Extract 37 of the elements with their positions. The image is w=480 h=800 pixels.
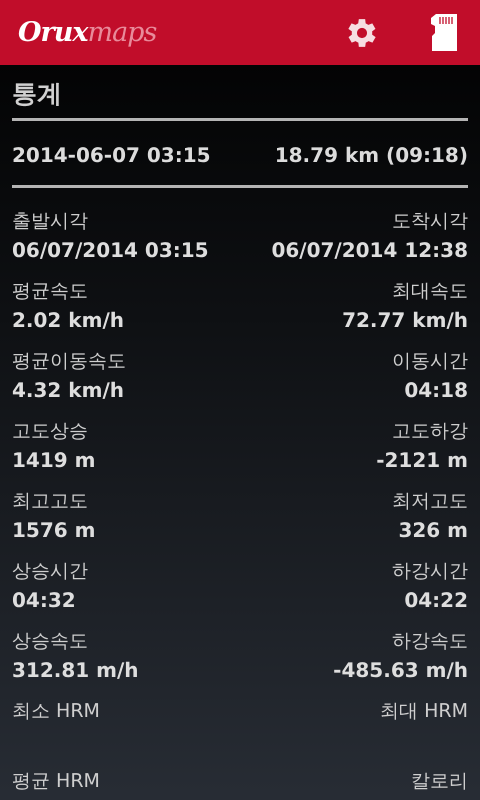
- stat-value: -2121 m: [376, 447, 468, 474]
- stat-label: 최저고도: [392, 489, 468, 514]
- app-logo: Oruxmaps: [18, 17, 156, 48]
- stat-value: 312.81 m/h: [12, 657, 139, 684]
- stat-value: 04:22: [404, 587, 468, 614]
- stat-label: 고도상승: [12, 419, 88, 444]
- stat-label: 최대 HRM: [380, 699, 468, 724]
- stat-label: 하강시간: [392, 559, 468, 584]
- stat-value: 4.32 km/h: [12, 377, 124, 404]
- stat-label: 칼로리: [411, 769, 468, 794]
- stat-value: 04:32: [12, 587, 76, 614]
- stat-label: 고도하강: [392, 419, 468, 444]
- stat-label: 최소 HRM: [12, 699, 100, 724]
- sd-card-icon[interactable]: [431, 14, 458, 51]
- stat-label: 이동시간: [392, 349, 468, 374]
- stat-value: 2.02 km/h: [12, 307, 124, 334]
- stat-value: 04:18: [404, 377, 468, 404]
- stat-label: 평균속도: [12, 279, 88, 304]
- stat-value: 72.77 km/h: [342, 307, 468, 334]
- track-date: 2014-06-07 03:15: [12, 143, 211, 167]
- stat-label: 최대속도: [392, 279, 468, 304]
- page-title: 통계: [12, 78, 63, 110]
- stat-label: 상승속도: [12, 629, 88, 654]
- stat-label: 최고고도: [12, 489, 88, 514]
- stat-label: 상승시간: [12, 559, 88, 584]
- stat-label: 평균 HRM: [12, 769, 100, 794]
- stat-label: 평균이동속도: [12, 349, 126, 374]
- stat-label: 하강속도: [392, 629, 468, 654]
- stat-value: -485.63 m/h: [333, 657, 468, 684]
- stat-value: 1419 m: [12, 447, 96, 474]
- stat-value: 326 m: [398, 517, 468, 544]
- track-distance: 18.79 km (09:18): [274, 143, 468, 167]
- stat-label: 출발시각: [12, 209, 88, 234]
- stat-value: 1576 m: [12, 517, 96, 544]
- stat-value: 06/07/2014 12:38: [271, 237, 468, 264]
- stat-label: 도착시각: [392, 209, 468, 234]
- stat-value: 06/07/2014 03:15: [12, 237, 209, 264]
